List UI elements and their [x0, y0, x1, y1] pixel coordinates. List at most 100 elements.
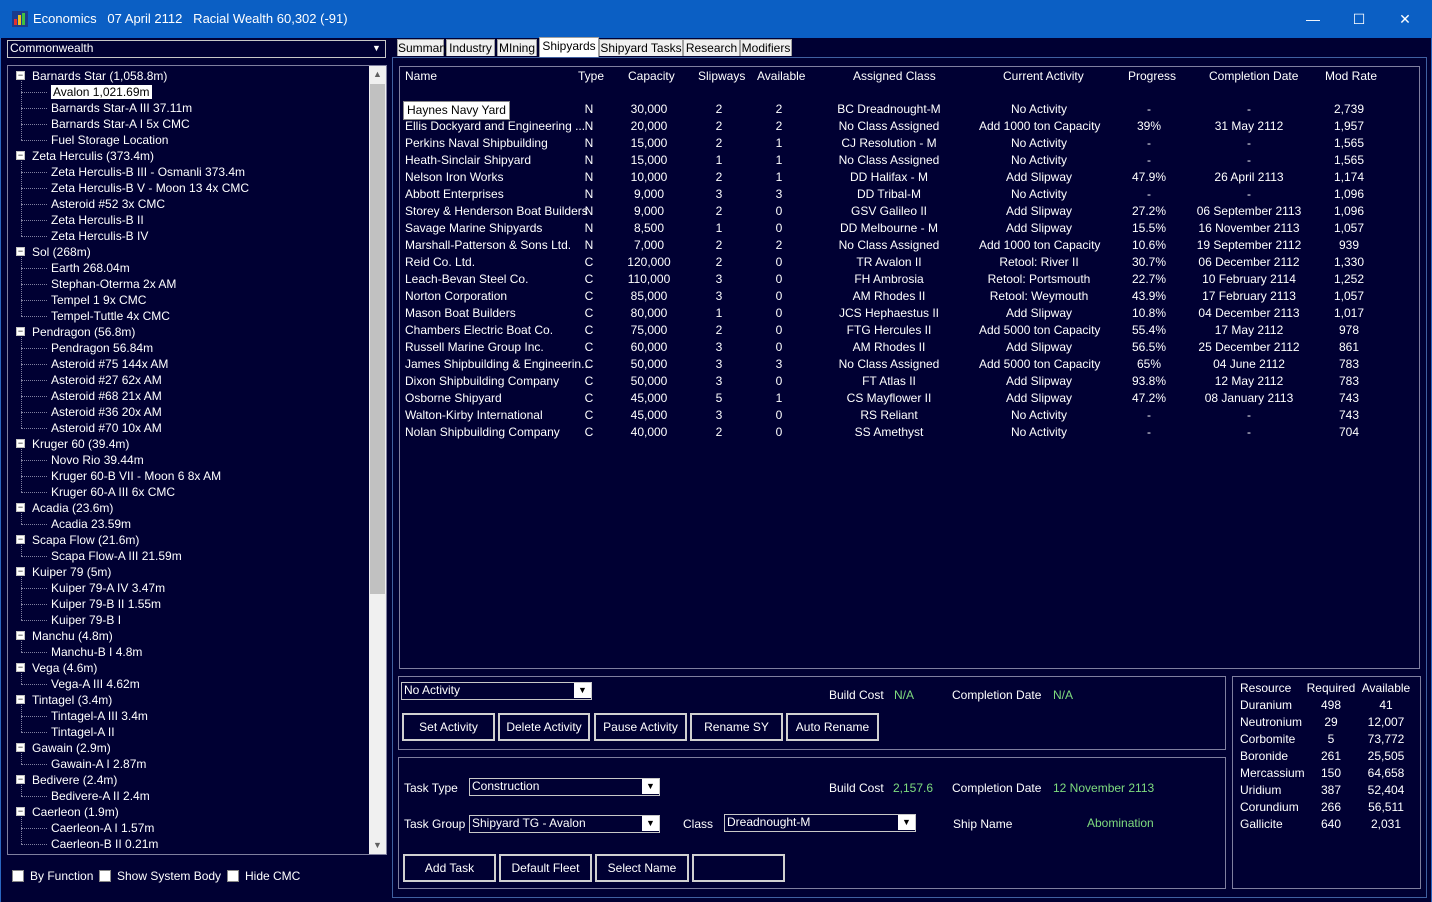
table-row[interactable]: Russell Marine Group Inc. C 60,000 3 0 AM Rho… — [400, 339, 1419, 356]
table-row[interactable]: Nelson Iron Works N 10,000 2 1 DD Halifax - M… — [400, 169, 1419, 186]
tree-system-node[interactable]: Caerleon (1.9m) — [32, 804, 119, 820]
tree-body-node[interactable]: Zeta Herculis-B V - Moon 13 4x CMC — [51, 180, 249, 196]
tree-body-node[interactable]: Asteroid #36 20x AM — [51, 404, 162, 420]
tab-industry[interactable]: Industry — [446, 39, 495, 56]
table-row[interactable]: Reid Co. Ltd. C 120,000 2 0 TR Avalon II Retoo… — [400, 254, 1419, 271]
column-header[interactable]: Name — [405, 68, 437, 85]
tree-body-node[interactable]: Stephan-Oterma 2x AM — [51, 276, 176, 292]
scroll-thumb[interactable] — [370, 84, 385, 594]
tab-research[interactable]: Research — [683, 39, 740, 56]
tree-body-node[interactable]: Tintagel-A II — [51, 724, 115, 740]
activity-select[interactable]: No Activity ▼ — [401, 682, 592, 700]
tab-summary[interactable]: Summary — [397, 39, 449, 56]
table-row[interactable]: Abbott Enterprises N 9,000 3 3 DD Tribal-M No … — [400, 186, 1419, 203]
table-row[interactable]: James Shipbuilding & Engineerin... C 50,00… — [400, 356, 1419, 373]
tree-body-node[interactable]: Asteroid #70 10x AM — [51, 420, 162, 436]
tree-body-node[interactable]: Pendragon 56.84m — [51, 340, 153, 356]
tree-system-node[interactable]: Sol (268m) — [32, 244, 91, 260]
tree-body-node[interactable]: Manchu-B I 4.8m — [51, 644, 142, 660]
hide-cmc-checkbox[interactable]: Hide CMC — [227, 869, 300, 883]
tree-system-node[interactable]: Vega (4.6m) — [32, 660, 97, 676]
column-header[interactable]: Current Activity — [1003, 68, 1084, 85]
tree-body-node[interactable]: Zeta Herculis-B III - Osmanli 373.4m — [51, 164, 245, 180]
table-row[interactable]: Nolan Shipbuilding Company C 40,000 2 0 SS Am… — [400, 424, 1419, 441]
collapse-icon[interactable]: − — [16, 631, 25, 640]
checkbox-icon[interactable] — [12, 870, 24, 882]
tree-body-node[interactable]: Scapa Flow-A III 21.59m — [51, 548, 182, 564]
collapse-icon[interactable]: − — [16, 775, 25, 784]
minimize-button[interactable]: — — [1290, 0, 1336, 38]
tree-body-node[interactable]: Bedivere-A II 2.4m — [51, 788, 150, 804]
tree-body-node[interactable]: Caerleon-A I 1.57m — [51, 820, 154, 836]
checkbox-icon[interactable] — [227, 870, 239, 882]
tree-body-node[interactable]: Tintagel-A III 3.4m — [51, 708, 148, 724]
tree-system-node[interactable]: Barnards Star (1,058.8m) — [32, 68, 167, 84]
tab-mining[interactable]: MIning — [497, 39, 537, 56]
tree-body-node[interactable]: Barnards Star-A III 37.11m — [51, 100, 192, 116]
tree-system-node[interactable]: Zeta Herculis (373.4m) — [32, 148, 154, 164]
table-row[interactable]: Walton-Kirby International C 45,000 3 0 RS Re… — [400, 407, 1419, 424]
table-row[interactable]: Dixon Shipbuilding Company C 50,000 3 0 FT At… — [400, 373, 1419, 390]
scroll-up-icon[interactable]: ▲ — [369, 66, 386, 83]
table-row[interactable]: Osborne Shipyard C 45,000 5 1 CS Mayflower II… — [400, 390, 1419, 407]
tree-body-node[interactable]: Kuiper 79-B II 1.55m — [51, 596, 161, 612]
add-task-button[interactable]: Add Task — [403, 854, 496, 882]
tree-system-node[interactable]: Pendragon (56.8m) — [32, 324, 135, 340]
tab-shipyards[interactable]: Shipyards — [539, 37, 599, 57]
shipyard-table[interactable]: Name Type Capacity Slipways Available Assigne… — [399, 66, 1420, 669]
unlabeled-button[interactable] — [692, 854, 785, 882]
default-fleet-button[interactable]: Default Fleet — [499, 854, 592, 882]
table-row[interactable]: Ellis Dockyard and Engineering ... N 20,00… — [400, 118, 1419, 135]
column-header[interactable]: Completion Date — [1209, 68, 1298, 85]
tree-system-node[interactable]: Kuiper 79 (5m) — [32, 564, 111, 580]
tree-body-node[interactable]: Earth 268.04m — [51, 260, 130, 276]
set-activity-button[interactable]: Set Activity — [402, 713, 495, 741]
table-row[interactable]: Marshall-Patterson & Sons Ltd. N 7,000 2 2 No… — [400, 237, 1419, 254]
tree-body-node[interactable]: Kuiper 79-A IV 3.47m — [51, 580, 165, 596]
tree-system-node[interactable]: Gawain (2.9m) — [32, 740, 111, 756]
collapse-icon[interactable]: − — [16, 567, 25, 576]
column-header[interactable]: Slipways — [698, 68, 745, 85]
empire-select[interactable]: Commonwealth ▼ — [7, 40, 386, 58]
tree-body-node[interactable]: Barnards Star-A I 5x CMC — [51, 116, 190, 132]
column-header[interactable]: Capacity — [628, 68, 675, 85]
tree-system-node[interactable]: Scapa Flow (21.6m) — [32, 532, 139, 548]
collapse-icon[interactable]: − — [16, 503, 25, 512]
column-header[interactable]: Mod Rate — [1325, 68, 1377, 85]
task-group-select[interactable]: Shipyard TG - Avalon ▼ — [469, 815, 660, 833]
collapse-icon[interactable]: − — [16, 439, 25, 448]
tab-modifiers[interactable]: Modifiers — [740, 39, 792, 56]
tree-body-node[interactable]: Asteroid #68 21x AM — [51, 388, 162, 404]
tree-body-node[interactable]: Tempel 1 9x CMC — [51, 292, 146, 308]
chevron-down-icon[interactable]: ▼ — [898, 815, 915, 830]
tree-body-node[interactable]: Zeta Herculis-B II — [51, 212, 144, 228]
tree-body-node[interactable]: Caerleon-B II 0.21m — [51, 836, 158, 852]
collapse-icon[interactable]: − — [16, 71, 25, 80]
column-header[interactable]: Available — [757, 68, 805, 85]
tree-body-node[interactable]: Tempel-Tuttle 4x CMC — [51, 308, 170, 324]
checkbox-icon[interactable] — [99, 870, 111, 882]
table-row[interactable]: Heath-Sinclair Shipyard N 15,000 1 1 No Class… — [400, 152, 1419, 169]
collapse-icon[interactable]: − — [16, 663, 25, 672]
rename-sy-button[interactable]: Rename SY — [690, 713, 783, 741]
tree-body-node[interactable]: Asteroid #75 144x AM — [51, 356, 168, 372]
column-header[interactable]: Type — [578, 68, 604, 85]
column-header[interactable]: Progress — [1128, 68, 1176, 85]
select-name-button[interactable]: Select Name — [595, 854, 689, 882]
system-tree[interactable]: − Barnards Star (1,058.8m) Avalon 1,021.69… — [7, 65, 387, 855]
tree-system-node[interactable]: Bedivere (2.4m) — [32, 772, 117, 788]
table-row[interactable]: Leach-Bevan Steel Co. C 110,000 3 0 FH Ambros… — [400, 271, 1419, 288]
close-button[interactable]: ✕ — [1382, 0, 1428, 38]
collapse-icon[interactable]: − — [16, 247, 25, 256]
tree-body-node[interactable]: Fuel Storage Location — [51, 132, 168, 148]
delete-activity-button[interactable]: Delete Activity — [498, 713, 590, 741]
maximize-button[interactable]: ☐ — [1336, 0, 1382, 38]
tree-system-node[interactable]: Manchu (4.8m) — [32, 628, 113, 644]
tree-body-node[interactable]: Novo Rio 39.44m — [51, 452, 144, 468]
collapse-icon[interactable]: − — [16, 743, 25, 752]
table-row[interactable]: Norton Corporation C 85,000 3 0 AM Rhodes II R… — [400, 288, 1419, 305]
class-select[interactable]: Dreadnought-M ▼ — [724, 814, 916, 832]
table-row[interactable]: Perkins Naval Shipbuilding N 15,000 2 1 CJ Re… — [400, 135, 1419, 152]
by-function-checkbox[interactable]: By Function — [12, 869, 93, 883]
tree-body-node[interactable]: Kruger 60-B VII - Moon 6 8x AM — [51, 468, 221, 484]
